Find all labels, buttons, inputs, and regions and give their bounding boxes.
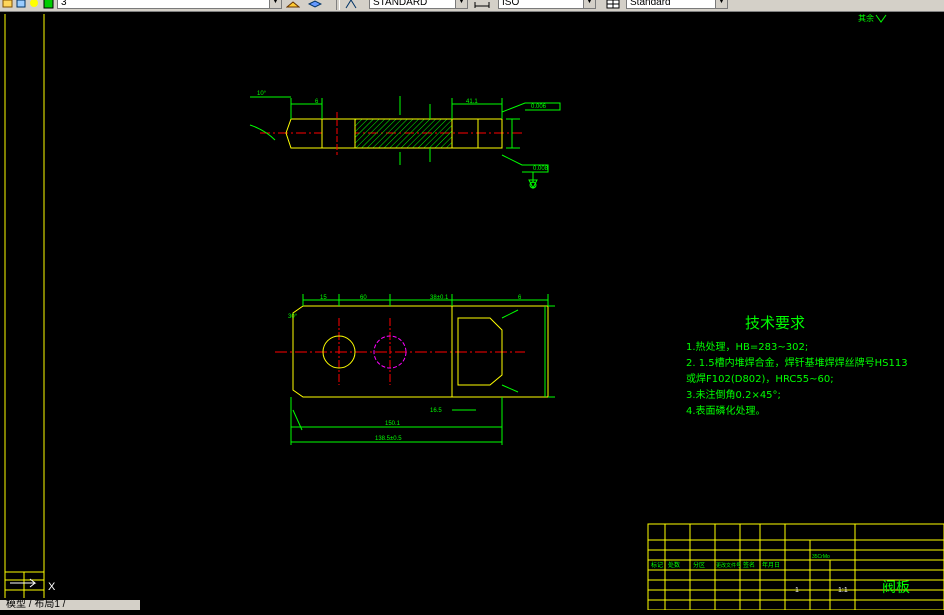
dim-150: 150.1 bbox=[385, 421, 401, 427]
chevron-down-icon[interactable]: ▼ bbox=[455, 0, 467, 8]
title-block-labels: 标记 处数 分区 更改文件号 签名 年月日 bbox=[651, 561, 780, 569]
layout-tabs-text[interactable]: 模型 / 布局1 / bbox=[6, 599, 65, 610]
chevron-down-icon[interactable]: ▼ bbox=[269, 0, 281, 8]
table-style-value: Standard bbox=[630, 0, 671, 8]
svg-text:X: X bbox=[48, 581, 56, 593]
layer-state-icon[interactable] bbox=[285, 0, 301, 9]
roughness-label: 其余 bbox=[858, 13, 874, 23]
ucs-icon: X bbox=[10, 578, 56, 593]
tech-item-5: 4.表面磷化处理。 bbox=[686, 404, 766, 417]
table-style-select[interactable]: Standard ▼ bbox=[626, 0, 728, 9]
layout-tabs[interactable]: 模型 / 布局1 / bbox=[0, 600, 140, 610]
part-plan-view: 30° 15 60 38±0.1 6 16.5 150.1 138.5±0.5 bbox=[275, 294, 555, 445]
svg-text:年月日: 年月日 bbox=[762, 561, 780, 569]
dim-style-value: ISO bbox=[502, 0, 520, 8]
part-name: 阀板 bbox=[882, 580, 910, 596]
text-style-icon[interactable] bbox=[344, 0, 357, 9]
dim-total: 138.5±0.5 bbox=[375, 436, 402, 442]
lightbulb-icon[interactable] bbox=[28, 0, 40, 9]
text-style-value: STANDARD bbox=[373, 0, 428, 8]
dim-angle-top: 10° bbox=[257, 91, 267, 97]
table-style-icon[interactable] bbox=[606, 0, 620, 9]
dim-38: 38±0.1 bbox=[430, 295, 449, 301]
roughness-symbol: 其余 bbox=[858, 13, 887, 23]
tech-item-4: 3.未注倒角0.2×45°; bbox=[686, 388, 781, 401]
left-frame bbox=[4, 14, 45, 598]
scale-label: 1:1 bbox=[838, 587, 848, 594]
dim-chamfer-top: 30° bbox=[288, 314, 298, 320]
layer-select[interactable]: 3 ▼ bbox=[57, 0, 282, 9]
layer-manager-icon[interactable] bbox=[2, 0, 14, 9]
tech-item-2: 2. 1.5槽内堆焊合金，焊钎基堆焊焊丝牌号HS113 bbox=[686, 356, 908, 369]
parallel-tolerance: 0.006 bbox=[531, 104, 547, 110]
dim-16: 16.5 bbox=[430, 408, 442, 414]
tech-item-1: 1.热处理，HB=283~302; bbox=[686, 340, 808, 353]
dim-style-icon[interactable] bbox=[474, 0, 490, 9]
svg-text:处数: 处数 bbox=[668, 561, 680, 569]
svg-text:标记: 标记 bbox=[651, 561, 663, 569]
svg-text:分区: 分区 bbox=[693, 561, 705, 569]
technical-requirements: 技术要求 1.热处理，HB=283~302; 2. 1.5槽内堆焊合金，焊钎基堆… bbox=[686, 314, 908, 417]
part-side-view: 10° 6 41.1 0.006 0.008 bbox=[249, 91, 561, 190]
dim-top-right: 41.1 bbox=[466, 99, 478, 105]
color-swatch-icon[interactable] bbox=[43, 0, 55, 9]
layer-stack-icon[interactable] bbox=[307, 0, 323, 9]
layer-select-value: 3 bbox=[61, 0, 67, 8]
toolbar: 3 ▼ STANDARD ▼ ISO ▼ Standard ▼ bbox=[0, 0, 944, 12]
drawing-canvas[interactable]: X 其余 10° 6 41.1 0.006 0.008 30° 15 60 38… bbox=[0, 12, 944, 611]
tech-title: 技术要求 bbox=[745, 314, 805, 332]
svg-text:签名: 签名 bbox=[743, 561, 755, 569]
material-label: 35CrMo bbox=[812, 554, 830, 560]
dim-15: 15 bbox=[320, 295, 327, 301]
dim-60: 60 bbox=[360, 295, 367, 301]
dim-style-select[interactable]: ISO ▼ bbox=[498, 0, 596, 9]
svg-text:更改文件号: 更改文件号 bbox=[716, 562, 741, 569]
text-style-select[interactable]: STANDARD ▼ bbox=[369, 0, 468, 9]
flatness-tolerance: 0.008 bbox=[533, 166, 549, 172]
chevron-down-icon[interactable]: ▼ bbox=[583, 0, 595, 8]
toolbar-separator bbox=[336, 0, 340, 10]
chevron-down-icon[interactable]: ▼ bbox=[715, 0, 727, 8]
tech-item-3: 或焊F102(D802)，HRC55~60; bbox=[686, 373, 834, 385]
layer-previous-icon[interactable] bbox=[15, 0, 27, 9]
count-label: 1 bbox=[795, 587, 799, 594]
drawing-svg: X 其余 10° 6 41.1 0.006 0.008 30° 15 60 38… bbox=[4, 13, 944, 611]
